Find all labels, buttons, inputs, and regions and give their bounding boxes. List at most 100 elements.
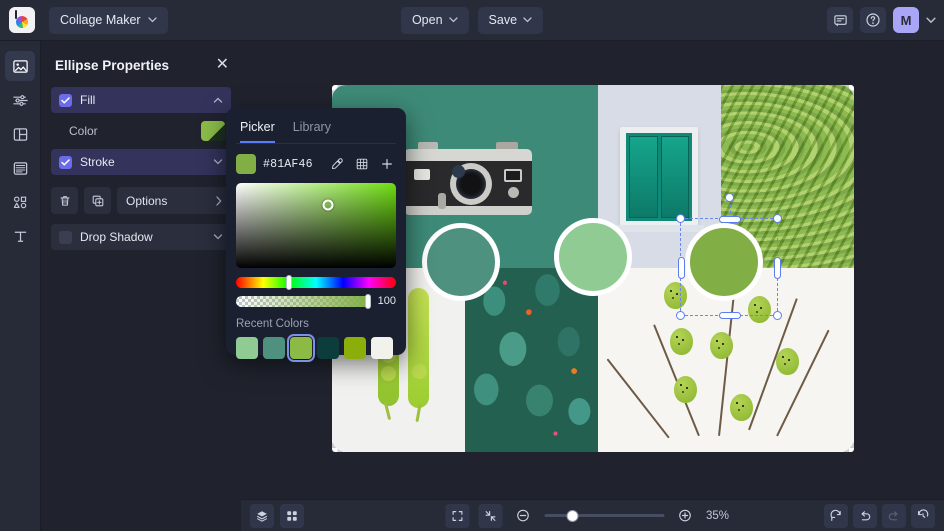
shutter-left xyxy=(629,136,658,218)
logo-glyph xyxy=(13,11,31,29)
save-button[interactable]: Save xyxy=(478,7,544,34)
app-logo-icon[interactable] xyxy=(9,7,35,33)
sidebar-item-text[interactable] xyxy=(5,221,35,251)
sidebar-item-adjustments[interactable] xyxy=(5,85,35,115)
hex-input[interactable]: #81AF46 xyxy=(263,158,321,171)
resize-handle-bottom-left[interactable] xyxy=(676,311,685,320)
chat-icon[interactable] xyxy=(827,7,853,33)
redo-icon[interactable] xyxy=(882,504,906,528)
drop-shadow-section-row[interactable]: Drop Shadow xyxy=(51,224,231,250)
chevron-right-icon xyxy=(216,196,222,206)
resize-handle-bottom-right[interactable] xyxy=(773,311,782,320)
recent-colors-label: Recent Colors xyxy=(236,318,396,330)
alpha-slider-knob[interactable] xyxy=(365,294,371,309)
top-bar-right-group: M xyxy=(827,7,936,33)
palette-grid-icon[interactable] xyxy=(353,155,371,173)
current-color-swatch[interactable] xyxy=(236,154,256,174)
selection-box[interactable] xyxy=(680,218,778,316)
zoom-slider-knob[interactable] xyxy=(566,510,578,522)
resize-handle-top-right[interactable] xyxy=(773,214,782,223)
shape-actions-row: Options xyxy=(51,187,231,214)
grid-icon[interactable] xyxy=(280,504,304,528)
logo-color-wheel xyxy=(16,16,28,28)
close-icon[interactable]: ✕ xyxy=(216,57,229,73)
alpha-slider[interactable] xyxy=(236,296,371,307)
zoom-in-icon[interactable] xyxy=(673,504,697,528)
recent-color-4[interactable] xyxy=(317,337,339,359)
chevron-up-icon[interactable] xyxy=(213,97,223,103)
text-icon xyxy=(12,228,29,245)
history-icon[interactable] xyxy=(911,504,935,528)
resize-handle-left[interactable] xyxy=(678,257,685,279)
ellipse-light-green[interactable] xyxy=(554,218,632,296)
tile-cactus-photo[interactable] xyxy=(465,268,598,452)
reset-icon[interactable] xyxy=(824,504,848,528)
ellipse-properties-panel: Ellipse Properties ✕ Fill Color Stroke xyxy=(41,41,241,531)
stroke-section-row[interactable]: Stroke xyxy=(51,149,231,175)
artboard[interactable] xyxy=(332,85,854,452)
tab-library[interactable]: Library xyxy=(293,120,331,143)
undo-icon[interactable] xyxy=(853,504,877,528)
chevron-down-icon[interactable] xyxy=(213,159,223,165)
tab-picker[interactable]: Picker xyxy=(240,120,275,143)
hue-slider[interactable] xyxy=(236,277,396,288)
sv-cursor-handle[interactable] xyxy=(323,200,334,211)
sidebar-item-images[interactable] xyxy=(5,51,35,81)
rotate-handle[interactable] xyxy=(725,193,734,202)
resize-handle-right[interactable] xyxy=(774,257,781,279)
egg-5 xyxy=(776,348,799,375)
saturation-value-area[interactable] xyxy=(236,183,396,268)
help-icon[interactable] xyxy=(860,7,886,33)
image-icon xyxy=(12,58,29,75)
sidebar-item-layouts[interactable] xyxy=(5,119,35,149)
avatar[interactable]: M xyxy=(893,7,919,33)
hue-slider-knob[interactable] xyxy=(286,275,292,290)
open-button[interactable]: Open xyxy=(401,7,469,34)
layout-grid-icon xyxy=(12,126,29,143)
stroke-checkbox[interactable] xyxy=(59,156,72,169)
egg-7 xyxy=(730,394,753,421)
plus-icon[interactable] xyxy=(378,155,396,173)
egg-4 xyxy=(710,332,733,359)
resize-handle-top-left[interactable] xyxy=(676,214,685,223)
options-button[interactable]: Options xyxy=(117,187,231,214)
recent-color-1[interactable] xyxy=(236,337,258,359)
color-picker-popup[interactable]: Picker Library #81AF46 xyxy=(226,108,406,355)
avatar-initial: M xyxy=(901,13,912,28)
fit-screen-icon[interactable] xyxy=(478,504,502,528)
eyedropper-icon[interactable] xyxy=(328,155,346,173)
account-chevron-down-icon[interactable] xyxy=(926,17,936,24)
window-shutters xyxy=(626,133,692,221)
sidebar-item-layers[interactable] xyxy=(5,153,35,183)
alpha-value[interactable]: 100 xyxy=(378,295,396,307)
trash-icon[interactable] xyxy=(51,187,78,214)
chevron-down-icon[interactable] xyxy=(213,234,223,240)
chevron-down-icon xyxy=(523,17,532,23)
recent-color-5[interactable] xyxy=(344,337,366,359)
recent-color-3[interactable] xyxy=(290,337,312,359)
layers-icon[interactable] xyxy=(250,504,274,528)
project-title-dropdown[interactable]: Collage Maker xyxy=(49,7,168,34)
fill-color-swatch[interactable] xyxy=(201,121,225,141)
resize-handle-bottom[interactable] xyxy=(719,312,741,319)
file-actions-group: Open Save xyxy=(401,7,543,34)
drop-shadow-checkbox[interactable] xyxy=(59,231,72,244)
alpha-row: 100 xyxy=(236,295,396,307)
zoom-out-icon[interactable] xyxy=(511,504,535,528)
recent-color-2[interactable] xyxy=(263,337,285,359)
ellipse-teal[interactable] xyxy=(422,223,500,301)
hex-row: #81AF46 xyxy=(236,154,396,174)
egg-6 xyxy=(674,376,697,403)
twig-4 xyxy=(607,359,670,439)
recent-color-6[interactable] xyxy=(371,337,393,359)
options-label: Options xyxy=(126,194,167,208)
fill-checkbox[interactable] xyxy=(59,94,72,107)
fullscreen-icon[interactable] xyxy=(445,504,469,528)
zoom-slider[interactable] xyxy=(544,514,664,517)
fill-section-row[interactable]: Fill xyxy=(51,87,231,113)
sidebar-item-shapes[interactable] xyxy=(5,187,35,217)
project-title-label: Collage Maker xyxy=(60,13,141,27)
duplicate-icon[interactable] xyxy=(84,187,111,214)
resize-handle-top[interactable] xyxy=(719,216,741,223)
camera-knob xyxy=(438,193,446,209)
